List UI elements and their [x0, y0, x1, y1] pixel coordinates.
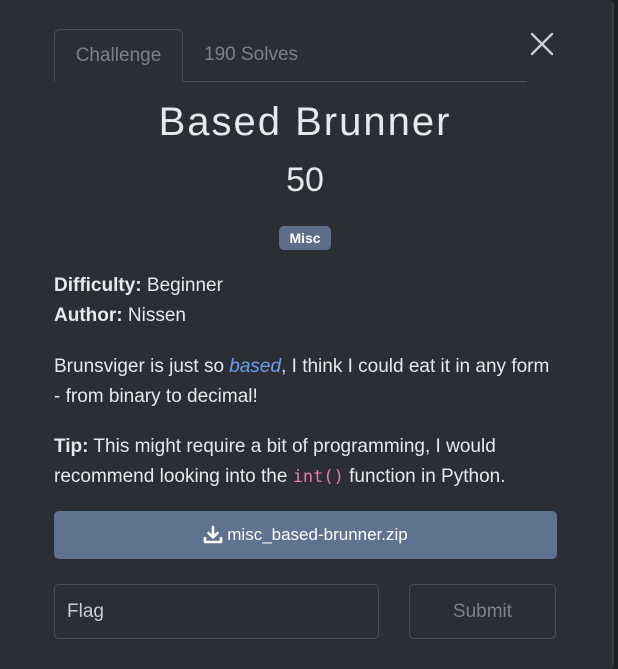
- challenge-title: Based Brunner: [158, 100, 452, 144]
- tab-challenge[interactable]: Challenge: [54, 29, 183, 82]
- download-filename: misc_based-brunner.zip: [227, 525, 408, 544]
- tip-code: int(): [292, 467, 344, 487]
- tab-solves[interactable]: 190 Solves: [204, 29, 298, 81]
- author-row: Author: Nissen: [54, 305, 186, 327]
- tip-label: Tip:: [54, 436, 89, 457]
- category-badge: Misc: [279, 226, 331, 250]
- tab-bar: Challenge 190 Solves: [54, 29, 527, 82]
- challenge-tip: Tip: This might require a bit of program…: [54, 432, 554, 492]
- challenge-points: 50: [286, 161, 324, 199]
- difficulty-value: Beginner: [146, 275, 223, 296]
- download-button[interactable]: misc_based-brunner.zip: [54, 511, 557, 559]
- author-value: Nissen: [127, 305, 186, 326]
- download-icon: [203, 525, 223, 544]
- flag-input[interactable]: [54, 584, 379, 639]
- author-label: Author:: [54, 305, 123, 326]
- tip-text-end: function in Python.: [343, 466, 506, 487]
- difficulty-row: Difficulty: Beginner: [54, 275, 223, 297]
- challenge-description: Brunsviger is just so based, I think I c…: [54, 352, 554, 412]
- challenge-modal: Challenge 190 Solves Based Brunner 50 Mi…: [0, 0, 614, 669]
- description-text-start: Brunsviger is just so: [54, 356, 230, 377]
- submit-button[interactable]: Submit: [409, 584, 556, 639]
- close-button[interactable]: [529, 31, 555, 57]
- difficulty-label: Difficulty:: [54, 275, 142, 296]
- description-emphasis: based: [229, 356, 282, 377]
- close-icon: [530, 32, 554, 56]
